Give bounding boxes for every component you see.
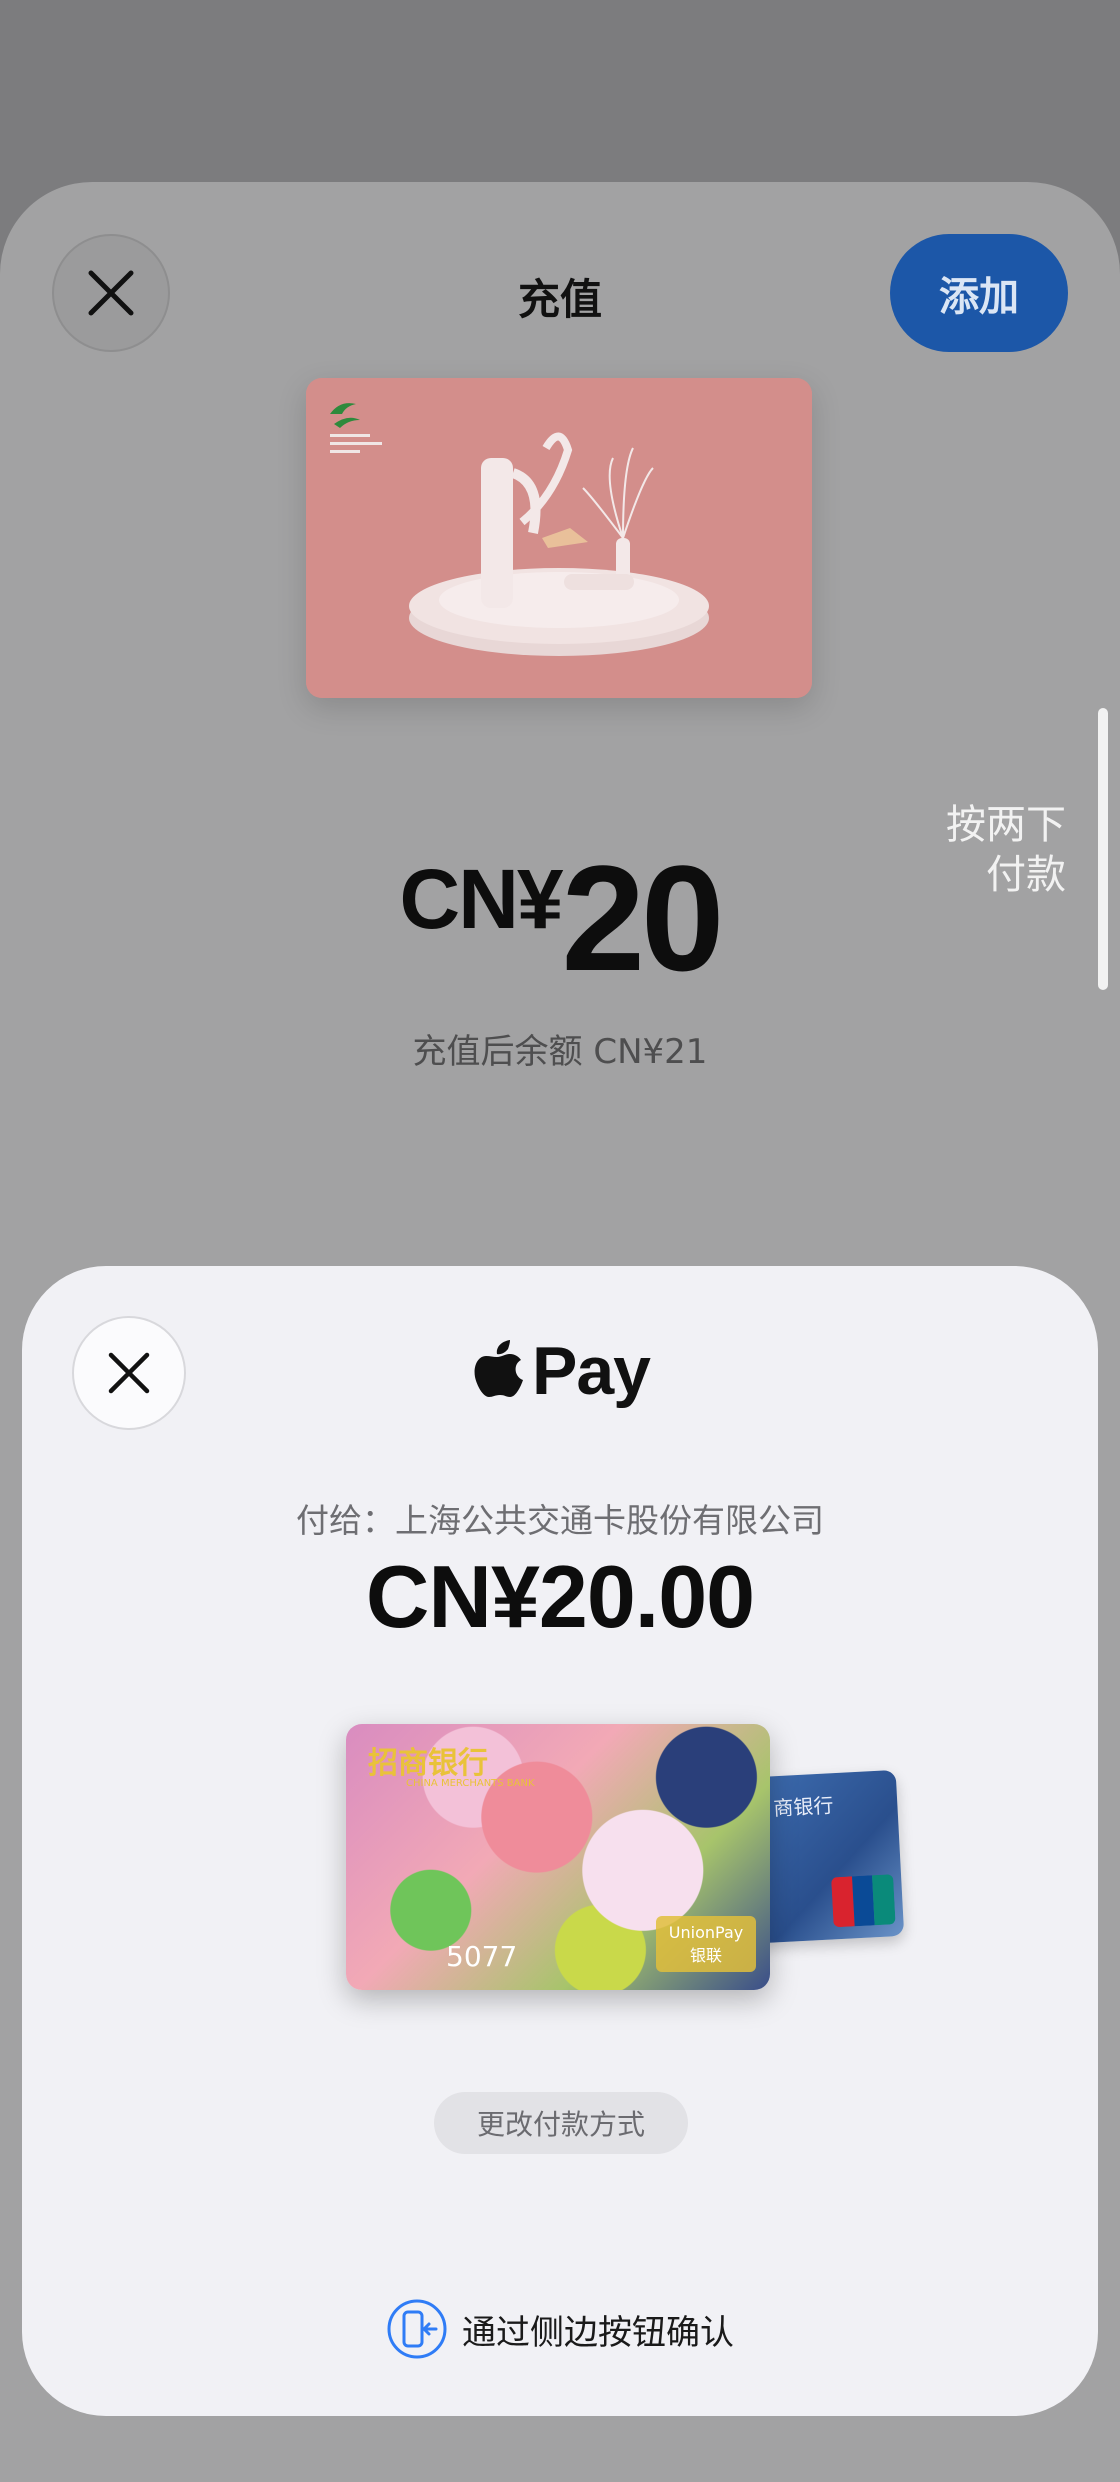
double-click-hint-line2: 付款 [986,852,1066,898]
apple-pay-logo: Pay [22,1332,1098,1410]
selected-payment-card[interactable]: 招商银行 CHINA MERCHANTS BANK 5077 UnionPay … [346,1724,770,1990]
unionpay-card-logo: UnionPay 银联 [656,1916,756,1972]
unionpay-logo-icon [831,1874,896,1928]
side-button-confirm-hint: 通过侧边按钮确认 [22,2298,1098,2360]
transit-card-artwork [306,378,812,698]
secondary-card-bank: 商银行 [772,1793,834,1821]
unionpay-en: UnionPay [668,1922,744,1942]
side-button-icon [387,2299,447,2359]
confirm-hint-text: 通过侧边按钮确认 [462,2312,734,2353]
card-bank-name: 招商银行 [368,1746,488,1781]
add-button[interactable]: 添加 [890,234,1068,352]
transit-card-image [306,378,812,698]
double-click-hint-line1: 按两下 [946,802,1066,848]
card-last-four: 5077 [446,1940,518,1973]
change-payment-button[interactable]: 更改付款方式 [434,2092,688,2154]
apple-logo-icon [474,1340,523,1397]
balance-after-top-up: 充值后余额 CN¥21 [412,1032,708,1072]
payment-amount: CN¥20.00 [365,1547,755,1646]
side-button-indicator [1098,708,1108,990]
amount-value: 20 [561,834,725,1002]
double-click-hint: 按两下 付款 [946,800,1066,900]
card-bank-name-en: CHINA MERCHANTS BANK [406,1778,535,1789]
unionpay-cn: 银联 [689,1945,722,1965]
amount-currency: CN¥ [399,852,564,946]
pay-wordmark: Pay [532,1333,651,1409]
payee-label: 付给：上海公共交通卡股份有限公司 [296,1501,824,1540]
apple-pay-sheet: Pay 付给：上海公共交通卡股份有限公司 CN¥20.00 商银行 招商银行 C… [22,1266,1098,2416]
